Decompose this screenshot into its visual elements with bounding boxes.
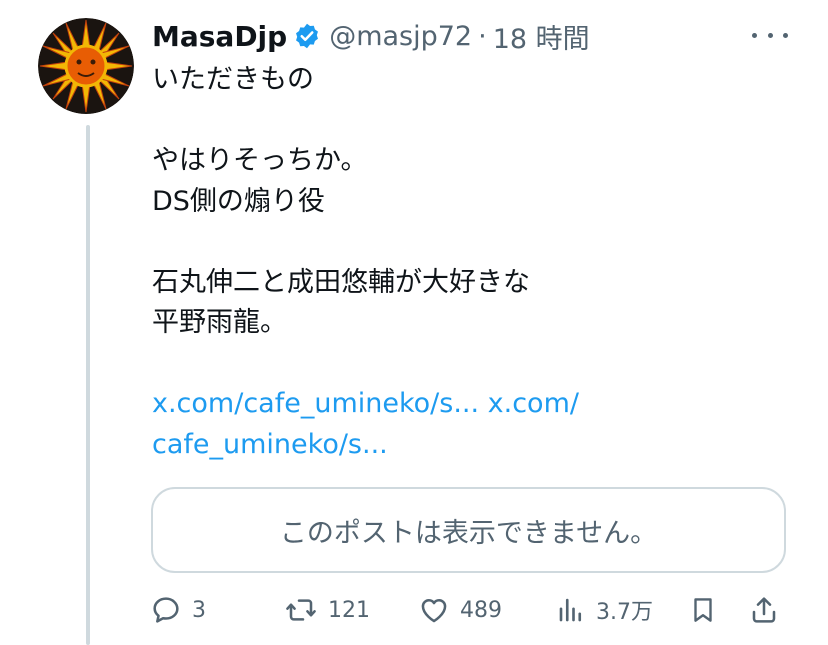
share-button[interactable] [748,588,780,632]
user-handle[interactable]: @masjp72 [329,21,472,52]
sun-avatar-image [38,18,134,114]
views-button[interactable]: 3.7万 [556,588,653,632]
repost-count: 121 [328,597,370,623]
more-options-icon[interactable] [752,20,788,50]
display-name[interactable]: MasaDjp [152,20,287,53]
heart-icon [421,599,447,623]
post-text-line: いただきもの [152,64,314,95]
post-text-line: DS側の煽り役 [152,185,325,217]
post-header: MasaDjp @masjp72 · 18 時間 [152,14,590,58]
repost-icon [286,599,316,621]
verified-badge-icon[interactable] [293,22,321,50]
thread-connector-line [86,125,90,645]
post-text-line: 石丸伸二と成田悠輔が大好きな [152,266,530,298]
quoted-post-unavailable: このポストは表示できません。 [151,487,786,573]
post-text-line [152,344,792,385]
quoted-post-message: このポストは表示できません。 [279,517,658,549]
reply-icon [153,597,179,623]
post-actions-bar: 3 121 489 3.7万 [148,588,788,632]
reply-count: 3 [192,597,206,623]
analytics-icon [559,598,582,622]
post-body: いただきもの やはりそっちか。 DS側の煽り役 石丸伸二と成田悠輔が大好きな 平… [152,60,792,465]
like-count: 489 [460,597,502,623]
post-text-line: 平野雨龍。 [152,307,287,338]
share-icon [752,597,776,623]
bookmark-button[interactable] [688,588,718,632]
post-link[interactable]: x.com/cafe_umineko/s... x.com/ [152,384,792,425]
views-count: 3.7万 [596,600,653,625]
bookmark-icon [694,598,712,622]
like-button[interactable]: 489 [418,588,502,632]
post-link[interactable]: cafe_umineko/s... [152,425,792,466]
avatar[interactable] [38,18,134,114]
repost-button[interactable]: 121 [284,588,370,632]
post-text-line: やはりそっちか。 [152,145,368,176]
separator-dot: · [478,20,487,52]
post-text-line [152,222,792,263]
post-text-line [152,101,792,142]
reply-button[interactable]: 3 [150,588,206,632]
post-timestamp[interactable]: 18 時間 [493,17,590,56]
